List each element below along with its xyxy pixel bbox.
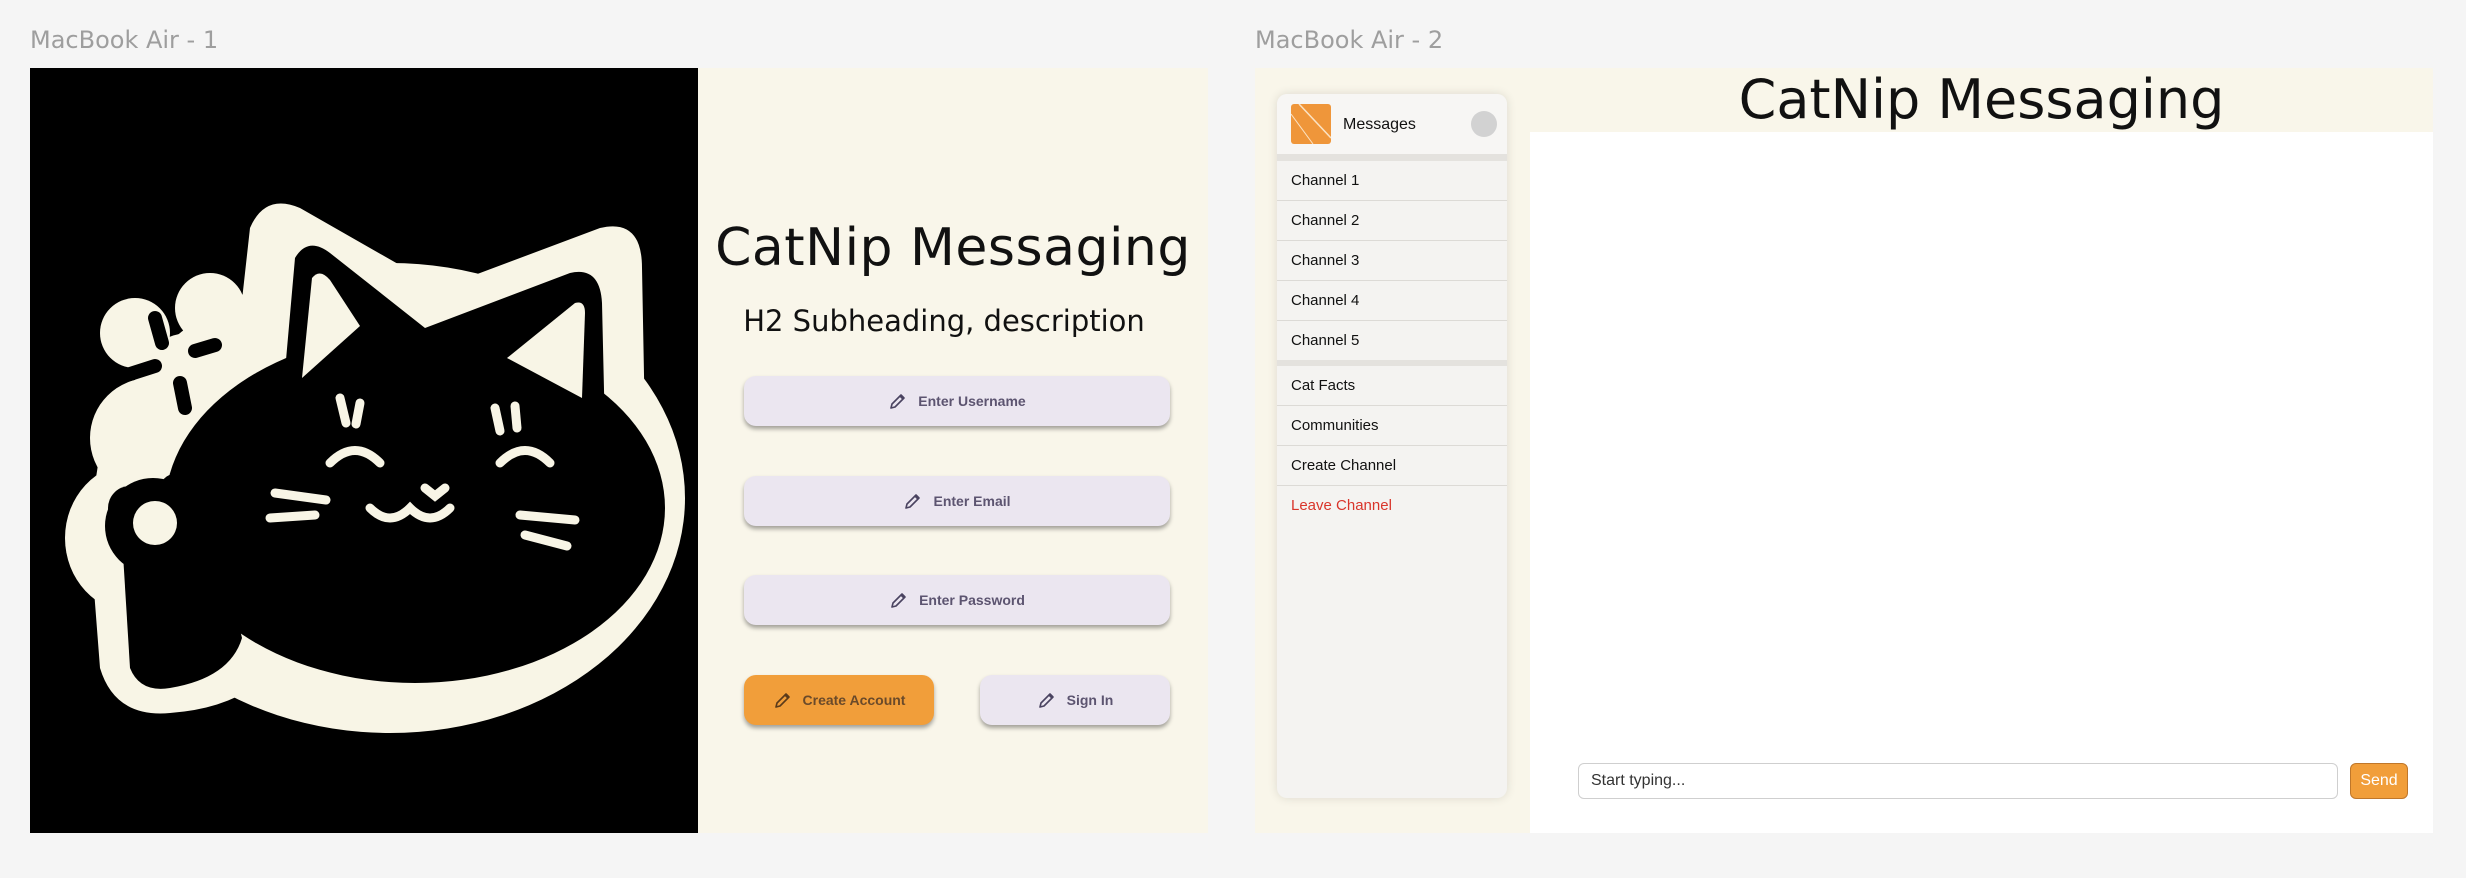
send-button[interactable]: Send [2350,763,2408,799]
pencil-icon [891,593,906,608]
password-field[interactable]: Enter Password [744,575,1170,625]
avatar[interactable] [1471,111,1497,137]
sidebar-item-channel-3[interactable]: Channel 3 [1277,241,1507,281]
message-input[interactable] [1578,763,2338,799]
lucky-cat-illustration [65,203,685,733]
create-account-button[interactable]: Create Account [744,675,934,725]
create-account-label: Create Account [802,692,906,708]
messaging-screen: Messages Channel 1 Channel 2 Channel 3 C… [1255,68,2433,833]
sidebar-title: Messages [1343,116,1416,133]
chat-area: Send [1530,132,2433,833]
sidebar-item-channel-2[interactable]: Channel 2 [1277,201,1507,241]
frame-label-2: MacBook Air - 2 [1255,26,1444,54]
sidebar: Messages Channel 1 Channel 2 Channel 3 C… [1277,94,1507,798]
pencil-icon [1038,693,1054,708]
password-placeholder: Enter Password [919,592,1025,608]
pencil-icon [905,494,921,509]
sidebar-header: Messages [1277,94,1507,161]
email-placeholder: Enter Email [933,493,1011,509]
sidebar-item-channel-1[interactable]: Channel 1 [1277,161,1507,201]
chat-title: CatNip Messaging [1738,68,2225,131]
sidebar-item-channel-5[interactable]: Channel 5 [1277,321,1507,360]
username-field[interactable]: Enter Username [744,376,1170,426]
pencil-icon [890,394,906,409]
sidebar-item-leave-channel[interactable]: Leave Channel [1277,486,1507,525]
app-logo [1291,104,1331,144]
sign-in-button[interactable]: Sign In [980,675,1170,725]
sign-in-label: Sign In [1066,692,1114,708]
login-screen: CatNip Messaging H2 Subheading, descript… [30,68,1208,833]
sidebar-item-communities[interactable]: Communities [1277,406,1507,446]
pencil-icon [774,693,790,708]
page-subtitle: H2 Subheading, description [743,304,1145,338]
email-field[interactable]: Enter Email [744,476,1170,526]
logo-icon [1291,104,1331,144]
sidebar-item-cat-facts[interactable]: Cat Facts [1277,366,1507,406]
page-title: CatNip Messaging [715,218,1191,278]
hero-image [30,68,698,833]
frame-label-1: MacBook Air - 1 [30,26,219,54]
sidebar-item-create-channel[interactable]: Create Channel [1277,446,1507,486]
username-placeholder: Enter Username [918,393,1026,409]
sidebar-item-channel-4[interactable]: Channel 4 [1277,281,1507,321]
login-panel: CatNip Messaging H2 Subheading, descript… [698,68,1208,833]
